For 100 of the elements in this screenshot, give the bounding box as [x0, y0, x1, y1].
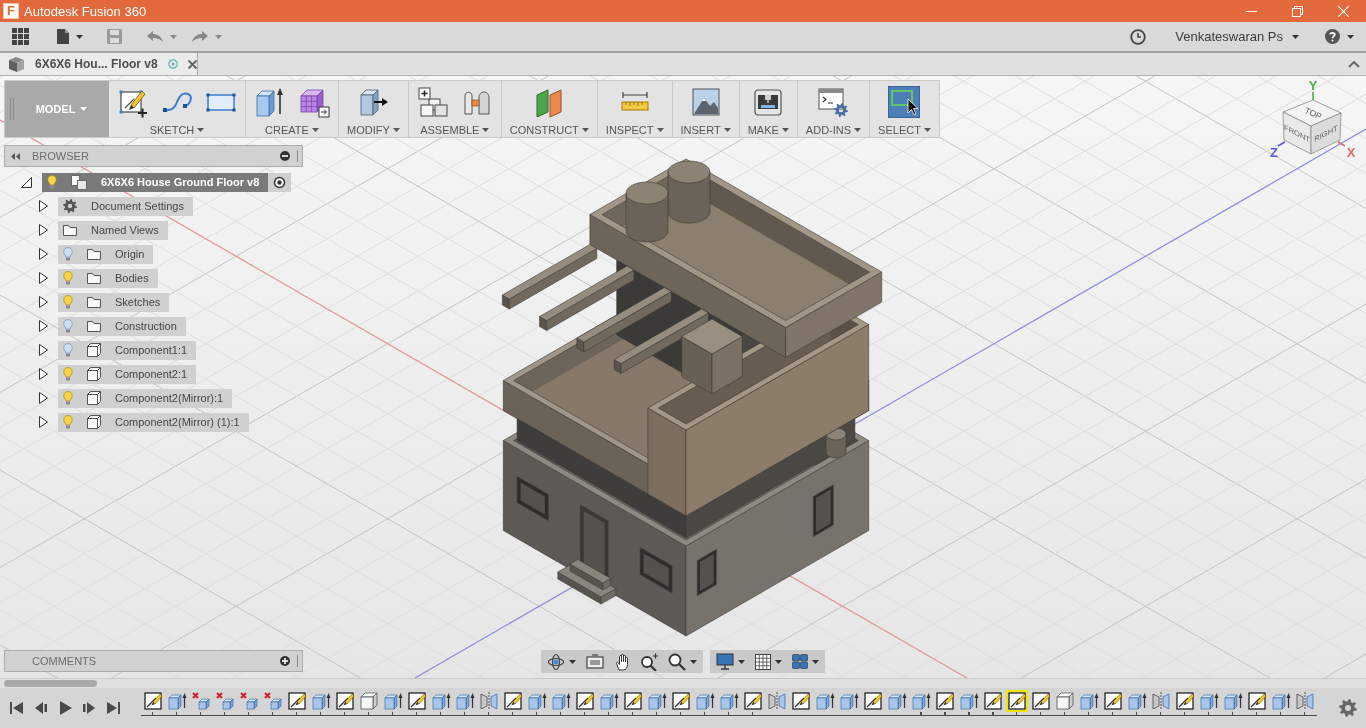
toolbar-group-dropdown[interactable]: SELECT — [878, 124, 931, 136]
toolbar-group-dropdown[interactable]: ADD-INS — [805, 124, 862, 136]
browser-node[interactable]: Document Settings — [58, 196, 193, 216]
screen-icon[interactable] — [586, 653, 604, 670]
box-arrow-icon[interactable] — [310, 690, 332, 712]
caret-icon[interactable] — [781, 128, 789, 132]
cube-icon[interactable] — [358, 690, 380, 712]
orbit-icon[interactable] — [547, 652, 565, 671]
caret-icon[interactable] — [656, 128, 664, 132]
caret-icon[interactable] — [197, 128, 205, 132]
resize-grip-icon[interactable] — [296, 150, 299, 162]
close-icon[interactable] — [187, 59, 197, 69]
pencil-square-icon[interactable] — [670, 690, 692, 712]
help-icon[interactable] — [1325, 29, 1340, 44]
box-arrow-icon[interactable] — [814, 690, 836, 712]
caret-icon[interactable] — [854, 128, 862, 132]
caret-icon[interactable] — [392, 128, 400, 132]
monitor-icon[interactable] — [716, 653, 734, 670]
box-arrow-icon[interactable] — [382, 690, 404, 712]
pencil-square-icon[interactable] — [1246, 690, 1268, 712]
cube-cross-icon[interactable] — [238, 690, 260, 712]
printer-icon[interactable] — [752, 86, 785, 118]
pencil-square-icon[interactable] — [742, 690, 764, 712]
box-arrow-icon[interactable] — [1126, 690, 1148, 712]
pencil-square-icon[interactable] — [790, 690, 812, 712]
skip-start-icon[interactable] — [10, 701, 24, 715]
caret-icon[interactable] — [812, 659, 819, 664]
box-arrow-icon[interactable] — [550, 690, 572, 712]
browser-node[interactable]: Component2(Mirror):1 — [58, 388, 233, 408]
pencil-square-icon[interactable] — [1006, 690, 1028, 712]
minimize-icon[interactable] — [1245, 10, 1257, 12]
box-arrow-icon[interactable] — [910, 690, 932, 712]
disclosure-triangle-icon[interactable] — [39, 416, 48, 428]
pencil-square-icon[interactable] — [1174, 690, 1196, 712]
caret-icon[interactable] — [311, 128, 319, 132]
light-bulb-icon[interactable] — [47, 175, 57, 189]
disclosure-triangle-icon[interactable] — [39, 200, 48, 212]
disclosure-triangle-icon[interactable] — [39, 368, 48, 380]
radio-icon[interactable] — [268, 172, 292, 192]
box-arrow-icon[interactable] — [526, 690, 548, 712]
box-arrow-icon[interactable] — [718, 690, 740, 712]
disclosure-triangle-icon[interactable] — [39, 344, 48, 356]
cube-cross-icon[interactable] — [190, 690, 212, 712]
box-arrow-icon[interactable] — [454, 690, 476, 712]
caret-icon[interactable] — [690, 659, 697, 664]
box-arrow-icon[interactable] — [1078, 690, 1100, 712]
pencil-square-icon[interactable] — [1102, 690, 1124, 712]
four-tiles-icon[interactable] — [792, 654, 808, 669]
caret-icon[interactable] — [775, 659, 782, 664]
user-menu-button[interactable]: Venkateswaran Ps — [1175, 29, 1299, 44]
cube-icon[interactable] — [1054, 690, 1076, 712]
settings-icon[interactable] — [1339, 699, 1357, 717]
skip-end-icon[interactable] — [106, 701, 120, 715]
caret-icon[interactable] — [738, 659, 745, 664]
box-arrow-icon[interactable] — [1270, 690, 1292, 712]
box-arrow-icon[interactable] — [598, 690, 620, 712]
caret-icon[interactable] — [581, 128, 589, 132]
document-tab[interactable]: 6X6X6 Hou... Floor v8 — [0, 53, 198, 75]
boxes-plus-icon[interactable] — [416, 86, 449, 118]
disclosure-triangle-icon[interactable] — [39, 320, 48, 332]
toolbar-group-dropdown[interactable]: ASSEMBLE — [420, 124, 490, 136]
magnifier-icon[interactable] — [668, 652, 686, 671]
disclosure-triangle-icon[interactable] — [39, 296, 48, 308]
disclosure-triangle-icon[interactable] — [39, 392, 48, 404]
box-arrow-icon[interactable] — [430, 690, 452, 712]
box-arrow-icon[interactable] — [694, 690, 716, 712]
disclosure-triangle-icon[interactable] — [39, 224, 48, 236]
browser-node[interactable]: Component2:1 — [58, 364, 197, 384]
disclosure-triangle-icon[interactable] — [39, 272, 48, 284]
minus-circle-icon[interactable] — [280, 151, 290, 161]
magnifier-plus-icon[interactable] — [640, 652, 658, 671]
light-bulb-icon[interactable] — [63, 319, 73, 333]
box-arrow-icon[interactable] — [958, 690, 980, 712]
caret-icon[interactable] — [923, 128, 931, 132]
pencil-square-icon[interactable] — [574, 690, 596, 712]
browser-node[interactable]: 6X6X6 House Ground Floor v8 — [42, 172, 269, 192]
resize-grip-icon[interactable] — [296, 655, 299, 667]
light-bulb-icon[interactable] — [63, 247, 73, 261]
toolbar-group-dropdown[interactable]: MAKE — [747, 124, 789, 136]
pencil-square-icon[interactable] — [502, 690, 524, 712]
clock-icon[interactable] — [1130, 28, 1147, 45]
scrollbar-thumb[interactable] — [4, 680, 97, 687]
pencil-square-icon[interactable] — [1030, 690, 1052, 712]
toolbar-group-dropdown[interactable]: CREATE — [265, 124, 319, 136]
caret-icon[interactable] — [1292, 34, 1299, 39]
pencil-square-icon[interactable] — [334, 690, 356, 712]
grid-icon[interactable] — [755, 653, 771, 670]
box-arrow-icon[interactable] — [1198, 690, 1220, 712]
pencil-square-icon[interactable] — [286, 690, 308, 712]
toolbar-group-dropdown[interactable]: MODIFY — [347, 124, 400, 136]
toolbar-group-dropdown[interactable]: INSERT — [680, 124, 731, 136]
selection-cursor-icon[interactable] — [888, 86, 921, 118]
caret-icon[interactable] — [1347, 34, 1354, 39]
toolbar-group-dropdown[interactable]: INSPECT — [605, 124, 664, 136]
restore-icon[interactable] — [1291, 5, 1303, 17]
box-arrow-icon[interactable] — [646, 690, 668, 712]
light-bulb-icon[interactable] — [63, 343, 73, 357]
disclosure-triangle-icon[interactable] — [21, 176, 32, 188]
plus-circle-icon[interactable] — [280, 656, 290, 666]
caret-icon[interactable] — [482, 128, 490, 132]
